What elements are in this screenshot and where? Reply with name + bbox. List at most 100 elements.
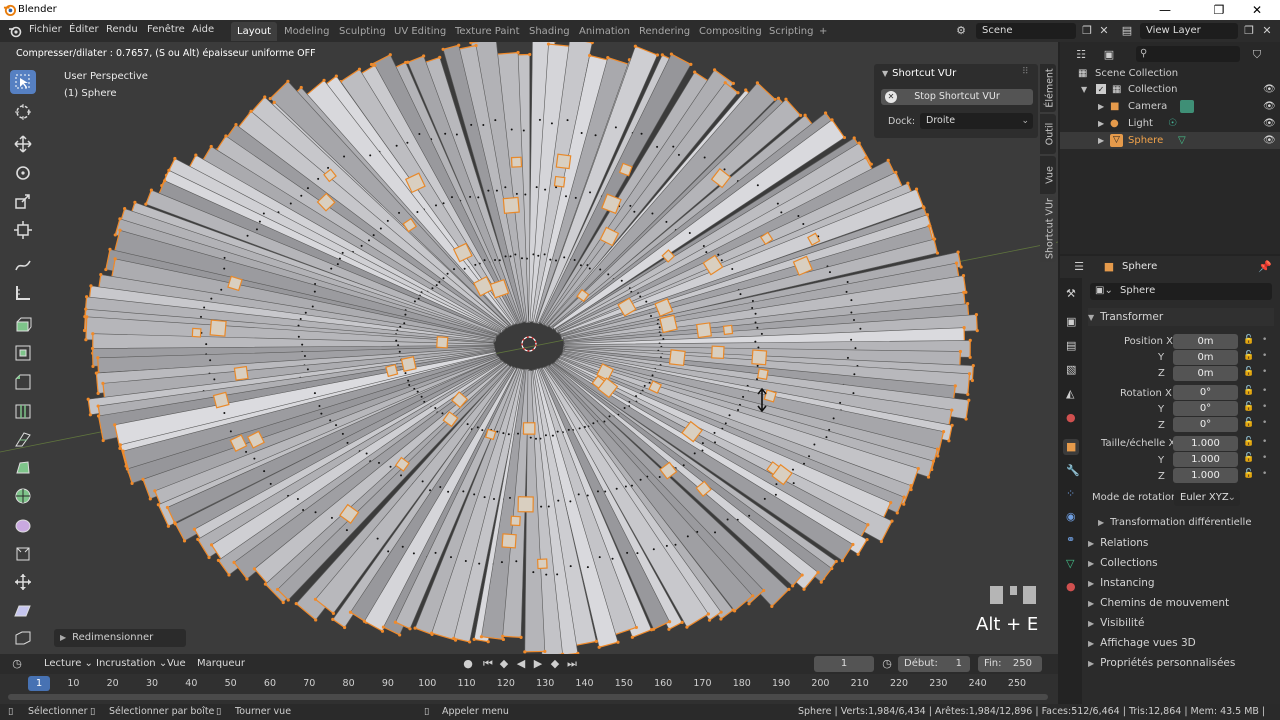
display-mode-icon[interactable]: ▣ [1102,48,1116,62]
camera-data-icon[interactable] [1180,100,1194,113]
constraints-properties-tab[interactable]: ⚭ [1063,532,1079,548]
redo-panel-resize[interactable]: ▶ Redimensionner [54,629,186,647]
keyframe-dot-icon[interactable]: • [1262,335,1267,345]
lock-icon[interactable]: 🔓 [1243,351,1254,361]
tool-edge-slide[interactable] [10,542,36,566]
position-z-field[interactable]: 0m [1173,366,1238,381]
tab-animation[interactable]: Animation [573,22,636,41]
delete-view-layer-icon[interactable]: ✕ [1260,24,1274,38]
timeline[interactable]: 10 20 30 40 50 60 70 80 90 100 110 120 130 140 150 160 1… [0,674,1058,704]
timeline-menu-keying[interactable]: Incrustation ⌄ [96,658,167,669]
scale-x-field[interactable]: 1.000 [1173,436,1238,451]
scene-icon[interactable]: ⚙ [954,24,968,38]
tool-rip-region[interactable] [10,627,36,651]
tool-properties-tab[interactable]: ⚒ [1063,286,1079,302]
tab-view[interactable]: Vue [1040,156,1056,194]
rotation-z-field[interactable]: 0° [1173,417,1238,432]
tab-shading[interactable]: Shading [523,22,576,41]
tab-shortcut-vur[interactable]: Shortcut VUr [1040,196,1056,262]
keyframe-dot-icon[interactable]: • [1262,367,1267,377]
expand-down-icon[interactable]: ▼ [1081,81,1087,98]
lock-icon[interactable]: 🔓 [1243,437,1254,447]
pin-icon[interactable]: 📌 [1258,260,1272,274]
tab-layout[interactable]: Layout [231,22,277,41]
tool-move[interactable] [10,132,36,156]
outliner-search-input[interactable]: ⚲ [1136,46,1240,62]
transform-panel-header[interactable]: ▼ Transformer [1088,308,1274,326]
tool-transform[interactable] [10,218,36,242]
tool-extrude[interactable] [10,312,36,336]
position-y-field[interactable]: 0m [1173,350,1238,365]
data-properties-tab[interactable]: ▽ [1063,556,1079,572]
panel-custom-properties[interactable]: ▶ Propriétés personnalisées [1088,654,1274,672]
jump-end-icon[interactable]: ⏭ [565,657,579,671]
tab-modeling[interactable]: Modeling [278,22,336,41]
lock-icon[interactable]: 🔓 [1243,386,1254,396]
expand-right-icon[interactable]: ▶ [1098,132,1104,149]
outliner-editor-type-icon[interactable]: ☷ [1074,48,1088,62]
keyframe-dot-icon[interactable]: • [1262,386,1267,396]
tool-scale[interactable] [10,190,36,214]
outliner-row-collection[interactable]: ▼ ✓ ▦ Collection 👁 [1060,81,1280,98]
view-layer-field[interactable]: View Layer [1140,23,1238,39]
eye-icon[interactable]: 👁 [1263,132,1276,149]
outliner-row-scene-collection[interactable]: ▦ Scene Collection [1060,65,1280,82]
keyframe-dot-icon[interactable]: • [1262,351,1267,361]
rotation-mode-dropdown[interactable]: Euler XYZ ⌄ [1174,490,1240,506]
start-frame-field[interactable]: Début: 1 [898,656,970,672]
tool-bevel[interactable] [10,370,36,394]
modifier-properties-tab[interactable]: 🔧 [1063,463,1080,479]
scale-y-field[interactable]: 1.000 [1173,452,1238,467]
tab-sculpting[interactable]: Sculpting [333,22,392,41]
outliner-row-camera[interactable]: ▶ ■ Camera 👁 [1060,98,1280,115]
timeline-editor-type-icon[interactable]: ◷ [10,657,24,671]
lock-icon[interactable]: 🔓 [1243,367,1254,377]
keyframe-dot-icon[interactable]: • [1262,437,1267,447]
physics-properties-tab[interactable]: ◉ [1063,509,1079,525]
panel-viewport-display[interactable]: ▶ Affichage vues 3D [1088,634,1274,652]
tool-loop-cut[interactable] [10,399,36,423]
menu-window[interactable]: Fenêtre [147,24,185,35]
delta-transform-subpanel[interactable]: ▶ Transformation différentielle [1098,514,1274,532]
menu-edit[interactable]: Éditer [69,24,99,35]
lock-icon[interactable]: 🔓 [1243,469,1254,479]
particles-properties-tab[interactable]: ⁘ [1063,486,1079,502]
lock-icon[interactable]: 🔓 [1243,335,1254,345]
shortcut-panel-header[interactable]: ▼ Shortcut VUr [882,68,956,79]
panel-instancing[interactable]: ▶ Instancing [1088,574,1274,592]
minimize-button[interactable]: — [1142,0,1188,20]
scene-properties-tab[interactable]: ◭ [1063,386,1079,402]
rotation-x-field[interactable]: 0° [1173,385,1238,400]
output-properties-tab[interactable]: ▤ [1063,338,1079,354]
view-layer-properties-tab[interactable]: ▧ [1063,362,1079,378]
playhead[interactable]: 1 [28,676,50,691]
close-button[interactable]: ✕ [1234,0,1280,20]
panel-collections[interactable]: ▶ Collections [1088,554,1274,572]
tool-cursor[interactable] [10,100,36,124]
keyframe-dot-icon[interactable]: • [1262,453,1267,463]
outliner-row-sphere[interactable]: ▶ ▽ Sphere ▽ 👁 [1060,132,1280,149]
tool-spin[interactable] [10,484,36,508]
tool-poly-build[interactable] [10,456,36,480]
panel-relations[interactable]: ▶ Relations [1088,534,1274,552]
properties-editor-type-icon[interactable]: ☰ [1072,260,1086,274]
tool-measure[interactable] [10,281,36,305]
tab-texture-paint[interactable]: Texture Paint [449,22,526,41]
lock-icon[interactable]: 🔓 [1243,418,1254,428]
eye-icon[interactable]: 👁 [1263,115,1276,132]
view-layer-icon[interactable]: ▤ [1120,24,1134,38]
tool-annotate[interactable] [10,253,36,277]
timeline-scrollbar[interactable] [8,694,1048,700]
rotation-y-field[interactable]: 0° [1173,401,1238,416]
new-scene-icon[interactable]: ❐ [1080,24,1094,38]
tool-inset[interactable] [10,341,36,365]
mesh-data-icon[interactable]: ▽ [1178,132,1186,149]
drag-handle-icon[interactable]: ⠿ [1022,67,1029,77]
render-properties-tab[interactable]: ▣ [1063,314,1079,330]
stop-shortcut-button[interactable]: ✕ Stop Shortcut VUr [881,89,1033,105]
clock-icon[interactable]: ◷ [880,657,894,671]
tool-rotate[interactable] [10,161,36,185]
panel-motion-paths[interactable]: ▶ Chemins de mouvement [1088,594,1274,612]
tool-shear[interactable] [10,599,36,623]
next-keyframe-icon[interactable]: ◆ [548,657,562,671]
